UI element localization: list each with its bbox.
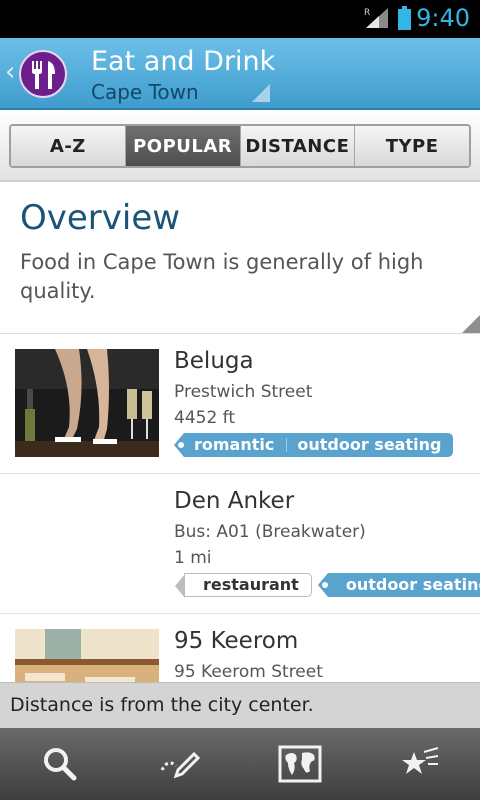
toast-text: Distance is from the city center. xyxy=(10,694,314,716)
bottom-nav-bar xyxy=(0,728,480,800)
favorites-stars-icon xyxy=(402,747,439,774)
search-icon xyxy=(44,748,77,781)
tab-popular[interactable]: POPULAR xyxy=(125,126,241,166)
tag-hole xyxy=(179,583,185,589)
item-name: Den Anker xyxy=(174,488,295,514)
notes-button[interactable] xyxy=(120,728,240,800)
svg-text:R: R xyxy=(364,8,370,18)
info-toast: Distance is from the city center. xyxy=(0,682,480,728)
battery-icon xyxy=(398,6,411,30)
edit-note-icon xyxy=(160,751,201,779)
search-button[interactable] xyxy=(0,728,120,800)
back-chevron-icon[interactable]: ‹ xyxy=(5,59,15,85)
tag-chip: outdoor seating xyxy=(317,573,480,597)
tag-label: outdoor seating xyxy=(345,575,480,594)
item-name: 95 Keerom xyxy=(174,628,299,654)
world-map-icon xyxy=(278,745,322,783)
page-title: Eat and Drink xyxy=(91,46,276,77)
tag-label: restaurant xyxy=(203,575,299,594)
overview-section[interactable]: Overview Food in Cape Town is generally … xyxy=(0,184,480,334)
restaurant-photo xyxy=(15,349,159,457)
tag-chip: romantic outdoor seating xyxy=(173,433,454,457)
list-item[interactable]: Beluga Prestwich Street 4452 ft romantic… xyxy=(0,334,480,474)
dropdown-corner-icon[interactable] xyxy=(252,84,270,102)
tab-distance[interactable]: DISTANCE xyxy=(240,126,356,166)
tag-hole xyxy=(178,442,184,448)
tag-group: restaurant outdoor seating xyxy=(175,573,480,598)
tag-group: romantic outdoor seating xyxy=(173,433,454,457)
favorites-button[interactable] xyxy=(360,728,480,800)
list-item[interactable]: Den Anker Bus: A01 (Breakwater) 1 mi res… xyxy=(0,474,480,614)
item-distance: 1 mi xyxy=(174,548,212,568)
item-transit: Bus: A01 (Breakwater) xyxy=(174,522,366,542)
tag-chip: restaurant xyxy=(175,573,312,598)
map-button[interactable] xyxy=(240,728,360,800)
tag-label: romantic xyxy=(194,435,275,454)
item-name: Beluga xyxy=(174,348,254,374)
expand-corner-icon[interactable] xyxy=(462,315,480,333)
item-address: 95 Keerom Street xyxy=(174,662,323,682)
overview-text: Food in Cape Town is generally of high q… xyxy=(20,250,424,303)
overview-heading: Overview xyxy=(20,198,181,238)
location-subtitle[interactable]: Cape Town xyxy=(91,80,199,104)
action-bar: ‹ Eat and Drink Cape Town xyxy=(0,38,480,110)
status-bar: R 9:40 xyxy=(0,0,480,38)
item-address: Prestwich Street xyxy=(174,382,313,402)
status-time: 9:40 xyxy=(416,4,470,32)
sort-tab-bar: A-Z POPULAR DISTANCE TYPE xyxy=(0,110,480,182)
tag-hole xyxy=(321,582,328,588)
tab-type[interactable]: TYPE xyxy=(355,126,469,166)
tab-a-z[interactable]: A-Z xyxy=(11,126,126,166)
signal-icon: R xyxy=(364,8,388,28)
tag-label: outdoor seating xyxy=(297,435,442,454)
fork-knife-icon[interactable] xyxy=(19,50,67,98)
item-distance: 4452 ft xyxy=(174,408,236,428)
